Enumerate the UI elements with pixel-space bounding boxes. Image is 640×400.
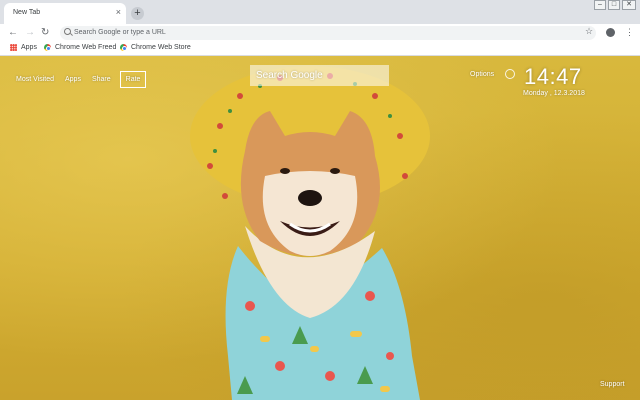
shiba-dog-photo <box>190 66 430 400</box>
back-arrow-icon[interactable]: ← <box>8 26 18 40</box>
tab-new-tab[interactable]: New Tab × <box>4 3 126 24</box>
close-icon[interactable]: × <box>116 7 121 17</box>
omnibox-input[interactable]: Search Google or type a URL <box>60 26 596 40</box>
most-visited-link[interactable]: Most Visited <box>16 76 54 83</box>
tab-strip: New Tab × + – □ ✕ <box>0 0 640 24</box>
share-link[interactable]: Share <box>92 76 111 83</box>
apps-link[interactable]: Apps <box>65 76 81 83</box>
bookmark-label: Chrome Web Freed <box>55 44 117 51</box>
forward-arrow-icon[interactable]: → <box>25 26 35 40</box>
browser-toolbar: ← → ↻ Search Google or type a URL ☆ ⋮ <box>0 24 640 42</box>
reload-icon[interactable]: ↻ <box>41 26 49 40</box>
rate-button[interactable]: Rate <box>119 71 147 88</box>
clock-time: 14:47 <box>524 64 582 89</box>
search-google-input[interactable]: Search Google <box>250 65 389 86</box>
new-tab-page: Most Visited Apps Share Rate Search Goog… <box>0 56 640 400</box>
tab-title: New Tab <box>13 9 41 16</box>
options-link[interactable]: Options <box>470 71 494 78</box>
profile-avatar-icon[interactable] <box>606 28 615 37</box>
bookmark-star-icon[interactable]: ☆ <box>585 26 593 37</box>
maximize-icon[interactable]: □ <box>608 0 620 10</box>
bookmarks-bar: Apps Chrome Web Freed Chrome Web Store <box>0 42 640 56</box>
bookmark-apps[interactable]: Apps <box>10 44 37 51</box>
bookmark-chrome-web-store[interactable]: Chrome Web Store <box>120 44 191 51</box>
support-link[interactable]: Support <box>600 381 625 388</box>
weather-icon[interactable] <box>505 69 515 79</box>
omnibox-placeholder: Search Google or type a URL <box>74 29 166 36</box>
apps-grid-icon <box>10 44 17 51</box>
window-close-icon[interactable]: ✕ <box>622 0 636 10</box>
minimize-icon[interactable]: – <box>594 0 606 10</box>
clock-date: Monday , 12.3.2018 <box>523 90 585 97</box>
bookmark-label: Apps <box>21 44 37 51</box>
window-controls: – □ ✕ <box>592 0 636 10</box>
kebab-menu-icon[interactable]: ⋮ <box>625 26 634 38</box>
chrome-icon <box>44 44 51 51</box>
search-icon <box>64 28 71 35</box>
bookmark-chrome-web-freed[interactable]: Chrome Web Freed <box>44 44 116 51</box>
bookmark-label: Chrome Web Store <box>131 44 191 51</box>
chrome-icon <box>120 44 127 51</box>
top-nav: Most Visited Apps Share Rate <box>16 71 157 88</box>
new-tab-button[interactable]: + <box>131 7 144 20</box>
